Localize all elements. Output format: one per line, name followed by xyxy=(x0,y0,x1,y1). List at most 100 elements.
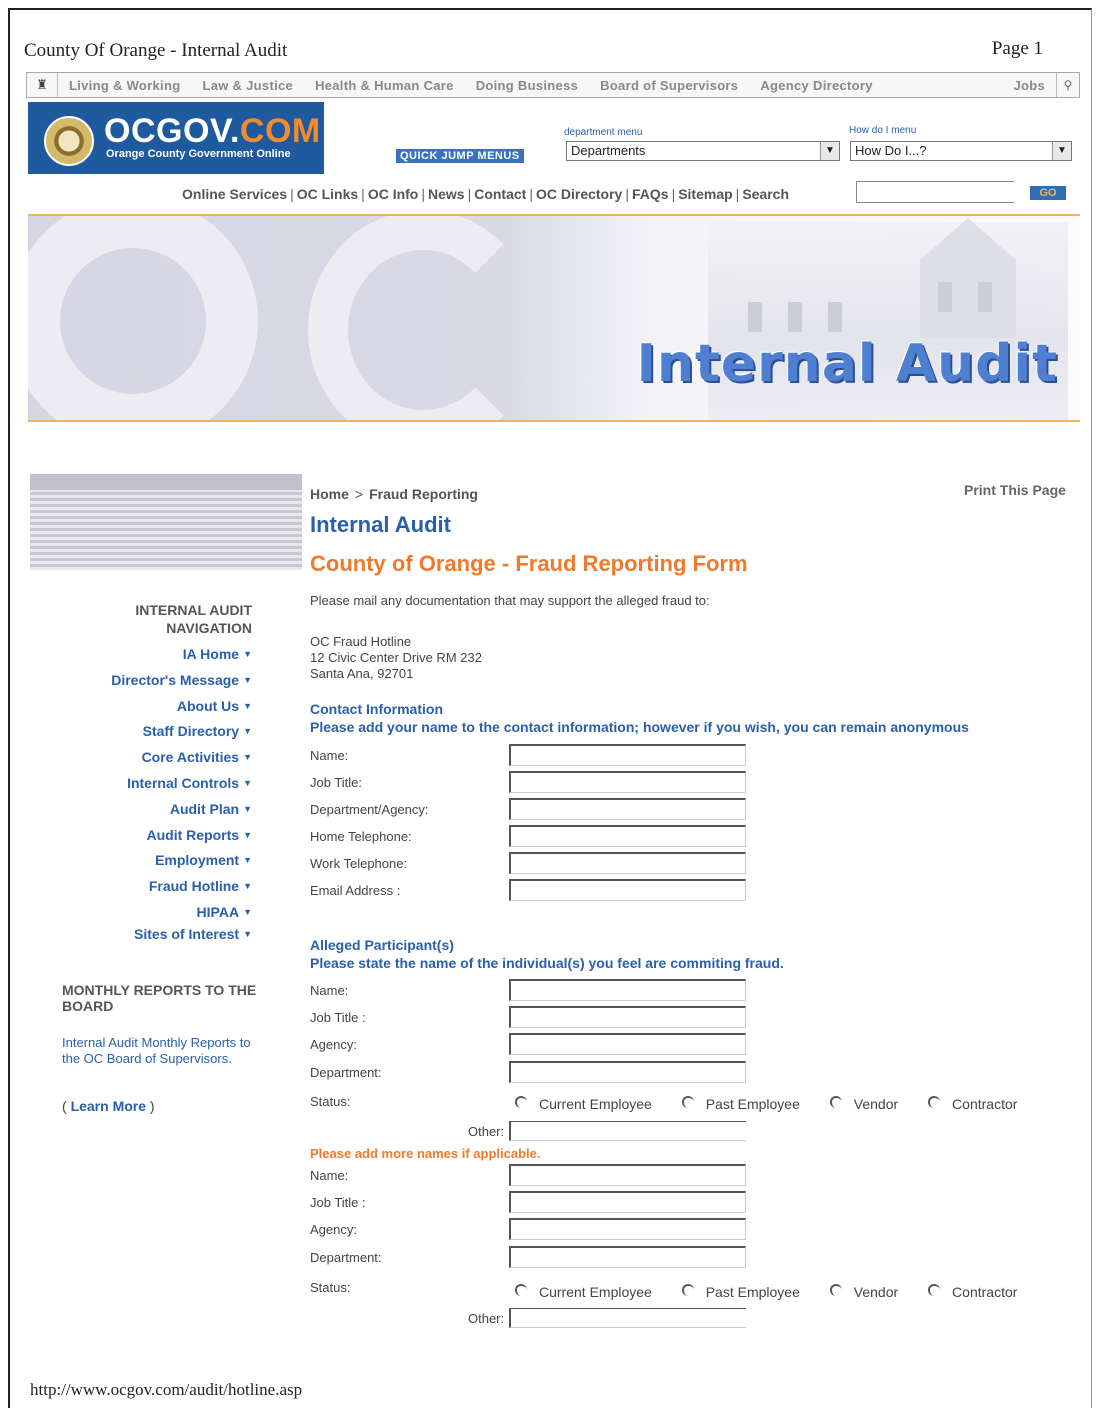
triangle-down-icon: ▼ xyxy=(243,649,252,659)
radio-icon[interactable] xyxy=(681,1284,694,1296)
triangle-down-icon: ▼ xyxy=(243,881,252,892)
sidebar-item-audit-reports[interactable]: Audit Reports ▼ xyxy=(60,827,252,853)
breadcrumb-current: Fraud Reporting xyxy=(369,486,478,502)
contact-job-title-input[interactable] xyxy=(509,771,746,793)
status-vendor-radio[interactable]: Vendor xyxy=(829,1096,898,1112)
util-search-label: Search xyxy=(742,186,790,202)
topnav-agency-directory[interactable]: Agency Directory xyxy=(749,78,883,93)
sidebar-item-core-activities[interactable]: Core Activities ▼ xyxy=(60,749,252,775)
topnav-jobs[interactable]: Jobs xyxy=(1002,78,1056,93)
radio-label: Contractor xyxy=(952,1284,1018,1300)
status-current-employee-radio[interactable]: Current Employee xyxy=(515,1284,652,1300)
util-contact[interactable]: Contact xyxy=(474,186,526,202)
contact-home-phone-label: Home Telephone: xyxy=(310,829,412,844)
mailing-address: OC Fraud Hotline 12 Civic Center Drive R… xyxy=(310,634,482,682)
status-past-employee-radio[interactable]: Past Employee xyxy=(681,1096,800,1112)
contact-email-label: Email Address : xyxy=(310,883,401,898)
alleged-name-label: Name: xyxy=(310,983,349,998)
sidebar-item-staff-directory[interactable]: Staff Directory ▼ xyxy=(60,723,252,749)
alleged2-job-title-label: Job Title : xyxy=(310,1195,366,1210)
sidebar-item-label: Staff Directory xyxy=(142,723,240,740)
sidebar-item-sites-of-interest[interactable]: Sites of Interest ▼ xyxy=(60,926,252,952)
sidebar-item-about-us[interactable]: About Us ▼ xyxy=(60,698,252,724)
topnav-living-working[interactable]: Living & Working xyxy=(58,78,191,93)
sidebar-item-employment[interactable]: Employment ▼ xyxy=(60,852,252,878)
topnav-doing-business[interactable]: Doing Business xyxy=(465,78,589,93)
radio-icon[interactable] xyxy=(515,1096,527,1108)
ocgov-logo[interactable]: OCGOV.COM Orange County Government Onlin… xyxy=(28,102,324,174)
search-icon[interactable]: ⚲ xyxy=(1056,73,1079,97)
contact-section-subtitle: Please add your name to the contact info… xyxy=(310,719,969,735)
status-current-employee-radio[interactable]: Current Employee xyxy=(515,1096,652,1112)
contact-email-input[interactable] xyxy=(509,879,746,901)
radio-icon[interactable] xyxy=(928,1284,941,1296)
radio-label: Current Employee xyxy=(539,1284,652,1300)
sidebar-item-hipaa[interactable]: HIPAA ▼ xyxy=(60,904,252,926)
contact-name-label: Name: xyxy=(310,748,349,763)
monthly-reports-link[interactable]: Internal Audit Monthly Reports to the OC… xyxy=(62,1035,262,1067)
status-past-employee-radio[interactable]: Past Employee xyxy=(681,1284,800,1300)
util-news[interactable]: News xyxy=(428,186,465,202)
alleged-name-input[interactable] xyxy=(509,979,746,1001)
alleged2-agency-input[interactable] xyxy=(509,1218,746,1240)
topnav-health-human-care[interactable]: Health & Human Care xyxy=(304,78,465,93)
sidebar-item-fraud-hotline[interactable]: Fraud Hotline ▼ xyxy=(60,878,252,904)
alleged2-other-input[interactable] xyxy=(509,1308,746,1328)
intro-text: Please mail any documentation that may s… xyxy=(310,593,710,608)
alleged2-name-input[interactable] xyxy=(509,1164,746,1186)
alleged-job-title-input[interactable] xyxy=(509,1006,746,1028)
form-title: County of Orange - Fraud Reporting Form xyxy=(310,551,748,576)
triangle-down-icon: ▼ xyxy=(243,674,252,685)
alleged2-department-label: Department: xyxy=(310,1250,382,1265)
breadcrumb-separator: > xyxy=(354,486,364,502)
sidebar-item-audit-plan[interactable]: Audit Plan ▼ xyxy=(60,801,252,827)
chevron-down-icon[interactable]: ▼ xyxy=(820,142,839,160)
util-oc-directory[interactable]: OC Directory xyxy=(536,186,622,202)
topnav-board-of-supervisors[interactable]: Board of Supervisors xyxy=(589,78,749,93)
util-online-services[interactable]: Online Services xyxy=(182,186,287,202)
status-contractor-radio[interactable]: Contractor xyxy=(928,1096,1017,1112)
sidebar-item-internal-controls[interactable]: Internal Controls ▼ xyxy=(60,775,252,801)
topnav-law-justice[interactable]: Law & Justice xyxy=(191,78,304,93)
alleged2-department-input[interactable] xyxy=(509,1246,746,1268)
util-faqs[interactable]: FAQs xyxy=(632,186,669,202)
breadcrumb-home[interactable]: Home xyxy=(310,486,349,502)
radio-icon[interactable] xyxy=(681,1096,694,1108)
print-this-page-link[interactable]: Print This Page xyxy=(964,482,1066,498)
util-oc-info[interactable]: OC Info xyxy=(368,186,419,202)
go-button[interactable]: GO xyxy=(1030,186,1066,200)
howdo-select[interactable]: How Do I...? ▼ xyxy=(850,141,1072,161)
site-search-input[interactable] xyxy=(856,181,1014,203)
department-select[interactable]: Departments ▼ xyxy=(566,141,840,161)
sidebar-item-directors-message[interactable]: Director's Message ▼ xyxy=(60,672,252,698)
contact-home-phone-input[interactable] xyxy=(509,825,746,847)
logo-brand: OCGOV.COM xyxy=(104,112,321,151)
status-contractor-radio[interactable]: Contractor xyxy=(928,1284,1017,1300)
learn-more: ( Learn More ) xyxy=(62,1098,155,1114)
alleged-agency-input[interactable] xyxy=(509,1033,746,1055)
howdo-menu-label: How do I menu xyxy=(849,125,917,136)
util-sitemap[interactable]: Sitemap xyxy=(678,186,732,202)
sidebar-item-ia-home[interactable]: IA Home ▼ xyxy=(60,646,252,672)
radio-icon[interactable] xyxy=(928,1096,941,1108)
banner-letter-o xyxy=(28,216,258,420)
triangle-down-icon: ▼ xyxy=(243,752,252,763)
contact-work-phone-input[interactable] xyxy=(509,852,746,874)
home-icon[interactable]: ♜ xyxy=(27,73,58,97)
chevron-down-icon[interactable]: ▼ xyxy=(1052,142,1071,160)
logo-brand-main: OCGOV. xyxy=(104,112,240,150)
radio-icon[interactable] xyxy=(829,1096,842,1108)
alleged-department-input[interactable] xyxy=(509,1061,746,1083)
contact-department-input[interactable] xyxy=(509,798,746,820)
learn-more-link[interactable]: Learn More xyxy=(71,1098,146,1114)
print-page-number: Page 1 xyxy=(991,38,1043,59)
learn-more-open-paren: ( xyxy=(62,1098,71,1114)
contact-name-input[interactable] xyxy=(509,744,746,766)
util-oc-links[interactable]: OC Links xyxy=(297,186,358,202)
radio-icon[interactable] xyxy=(829,1284,842,1296)
alleged-other-input[interactable] xyxy=(509,1121,746,1141)
radio-icon[interactable] xyxy=(515,1284,527,1296)
alleged2-job-title-input[interactable] xyxy=(509,1191,746,1213)
status-vendor-radio[interactable]: Vendor xyxy=(829,1284,898,1300)
howdo-select-value: How Do I...? xyxy=(855,143,927,158)
